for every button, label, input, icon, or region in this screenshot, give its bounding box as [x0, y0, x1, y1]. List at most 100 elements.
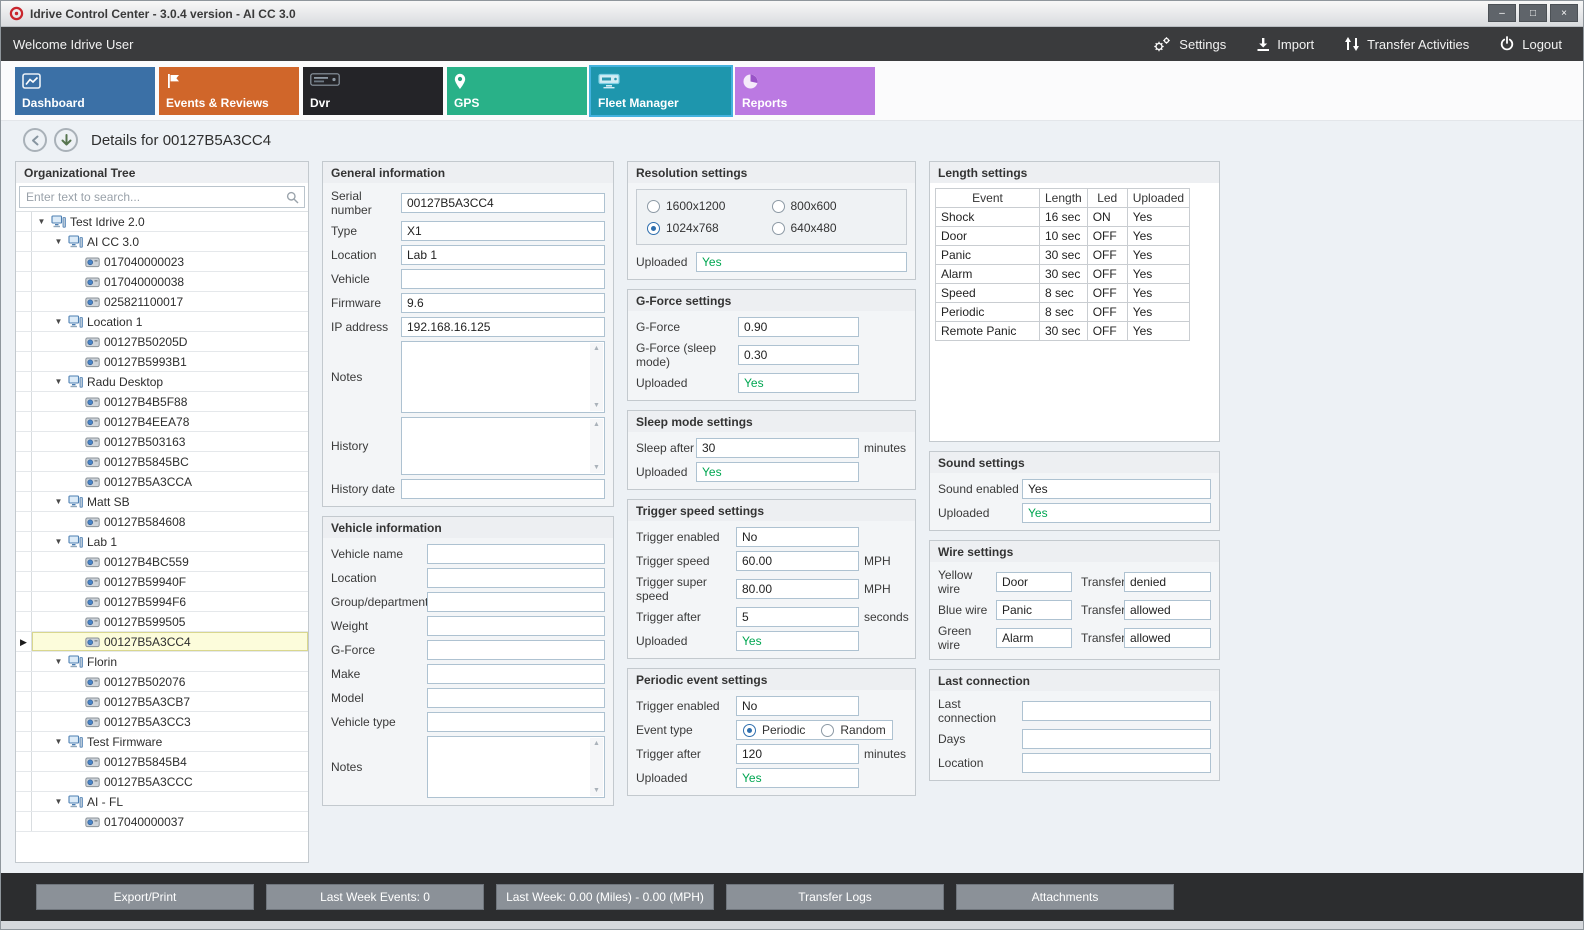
general-serial-number-input[interactable]: 00127B5A3CC4 — [401, 193, 605, 213]
expand-collapse-icon[interactable]: ▼ — [53, 657, 64, 666]
tree-item-00127b5a3cb7[interactable]: 00127B5A3CB7 — [16, 692, 308, 712]
minimize-button[interactable]: – — [1488, 4, 1516, 22]
tree-item-017040000023[interactable]: 017040000023 — [16, 252, 308, 272]
general-history-date-input[interactable] — [401, 479, 605, 499]
length-row-periodic[interactable]: Periodic8 secOFFYes — [936, 303, 1190, 322]
transfer-activities-button[interactable]: Transfer Activities — [1329, 27, 1484, 61]
expand-collapse-icon[interactable]: ▼ — [53, 317, 64, 326]
periodic-trigger-after-input[interactable]: 120 — [736, 744, 859, 764]
tree-item-lab-1[interactable]: ▼Lab 1 — [16, 532, 308, 552]
lastconn-location-input[interactable] — [1022, 753, 1211, 773]
tree-item-ai-cc-3-0[interactable]: ▼AI CC 3.0 — [16, 232, 308, 252]
tree-item-matt-sb[interactable]: ▼Matt SB — [16, 492, 308, 512]
tree-item-00127b5845bc[interactable]: 00127B5845BC — [16, 452, 308, 472]
expand-collapse-icon[interactable]: ▼ — [53, 237, 64, 246]
radio-1024x768[interactable]: 1024x768 — [647, 221, 772, 235]
tree-item-00127b4eea78[interactable]: 00127B4EEA78 — [16, 412, 308, 432]
tree-item-00127b5845b4[interactable]: 00127B5845B4 — [16, 752, 308, 772]
expand-collapse-icon[interactable]: ▼ — [53, 537, 64, 546]
length-row-panic[interactable]: Panic30 secOFFYes — [936, 246, 1190, 265]
tab-reports[interactable]: Reports — [735, 67, 875, 115]
search-input[interactable] — [19, 186, 305, 208]
veh-vehicle-type-input[interactable] — [427, 712, 605, 732]
tree-item-test-idrive-2-0[interactable]: ▼Test Idrive 2.0 — [16, 212, 308, 232]
tree-item-00127b5994f6[interactable]: 00127B5994F6 — [16, 592, 308, 612]
expand-collapse-icon[interactable]: ▼ — [53, 737, 64, 746]
transfer-logs-button[interactable]: Transfer Logs — [726, 884, 944, 910]
tree-item-00127b599505[interactable]: 00127B599505 — [16, 612, 308, 632]
general-firmware-input[interactable]: 9.6 — [401, 293, 605, 313]
lastconn-last-connection-input[interactable] — [1022, 701, 1211, 721]
tree-item-00127b4b5f88[interactable]: 00127B4B5F88 — [16, 392, 308, 412]
tree-item-017040000038[interactable]: 017040000038 — [16, 272, 308, 292]
scrollbar[interactable]: ▲▼ — [590, 419, 603, 473]
veh-vehicle-name-input[interactable] — [427, 544, 605, 564]
blue-wire-input[interactable]: Panic — [996, 600, 1072, 620]
general-type-input[interactable]: X1 — [401, 221, 605, 241]
general-notes-textarea[interactable]: ▲▼ — [401, 341, 605, 413]
tree-item-ai-fl[interactable]: ▼AI - FL — [16, 792, 308, 812]
tab-fleet-manager[interactable]: Fleet Manager — [591, 67, 731, 115]
trig-trigger-enabled-input[interactable]: No — [736, 527, 859, 547]
general-history-textarea[interactable]: ▲▼ — [401, 417, 605, 475]
tab-gps[interactable]: GPS — [447, 67, 587, 115]
trig-uploaded-input[interactable]: Yes — [736, 631, 859, 651]
close-button[interactable]: × — [1550, 4, 1578, 22]
tree-item-test-firmware[interactable]: ▼Test Firmware — [16, 732, 308, 752]
tree-item-017040000037[interactable]: 017040000037 — [16, 812, 308, 832]
tab-events-reviews[interactable]: Events & Reviews — [159, 67, 299, 115]
radio-800x600[interactable]: 800x600 — [772, 199, 897, 213]
veh-group-department-input[interactable] — [427, 592, 605, 612]
yellow-wire-input[interactable]: Door — [996, 572, 1072, 592]
blue-wire-transfer-input[interactable]: allowed — [1124, 600, 1211, 620]
expand-collapse-icon[interactable]: ▼ — [36, 217, 47, 226]
radio-640x480[interactable]: 640x480 — [772, 221, 897, 235]
trig-trigger-speed-input[interactable]: 60.00 — [736, 551, 859, 571]
trig-trigger-super-speed-input[interactable]: 80.00 — [736, 579, 859, 599]
expand-collapse-icon[interactable]: ▼ — [53, 797, 64, 806]
radio-random[interactable]: Random — [821, 723, 885, 737]
length-row-shock[interactable]: Shock16 secONYes — [936, 208, 1190, 227]
sound-sound-enabled-input[interactable]: Yes — [1022, 479, 1211, 499]
settings-button[interactable]: Settings — [1137, 27, 1241, 61]
tree-item-00127b4bc559[interactable]: 00127B4BC559 — [16, 552, 308, 572]
tree-item-radu-desktop[interactable]: ▼Radu Desktop — [16, 372, 308, 392]
veh-location-input[interactable] — [427, 568, 605, 588]
sound-uploaded-input[interactable]: Yes — [1022, 503, 1211, 523]
length-row-alarm[interactable]: Alarm30 secOFFYes — [936, 265, 1190, 284]
last-week-events-0-button[interactable]: Last Week Events: 0 — [266, 884, 484, 910]
tree-item-florin[interactable]: ▼Florin — [16, 652, 308, 672]
tree-item-00127b503163[interactable]: 00127B503163 — [16, 432, 308, 452]
export-print-button[interactable]: Export/Print — [36, 884, 254, 910]
general-vehicle-input[interactable] — [401, 269, 605, 289]
tree-item-00127b5a3cc4[interactable]: ▶00127B5A3CC4 — [16, 632, 308, 652]
periodic-trigger-enabled-input[interactable]: No — [736, 696, 859, 716]
tree-item-00127b5a3ccc[interactable]: 00127B5A3CCC — [16, 772, 308, 792]
attachments-button[interactable]: Attachments — [956, 884, 1174, 910]
veh-model-input[interactable] — [427, 688, 605, 708]
veh-notes-textarea[interactable]: ▲▼ — [427, 736, 605, 798]
veh-make-input[interactable] — [427, 664, 605, 684]
scrollbar[interactable]: ▲▼ — [590, 738, 603, 796]
maximize-button[interactable]: □ — [1519, 4, 1547, 22]
tree-item-00127b502076[interactable]: 00127B502076 — [16, 672, 308, 692]
last-week-0-00-miles-0-00-mph-button[interactable]: Last Week: 0.00 (Miles) - 0.00 (MPH) — [496, 884, 714, 910]
tree-item-00127b59940f[interactable]: 00127B59940F — [16, 572, 308, 592]
expand-collapse-icon[interactable]: ▼ — [53, 497, 64, 506]
general-location-input[interactable]: Lab 1 — [401, 245, 605, 265]
tree-item-00127b5993b1[interactable]: 00127B5993B1 — [16, 352, 308, 372]
tree-item-00127b50205d[interactable]: 00127B50205D — [16, 332, 308, 352]
tree-item-025821100017[interactable]: 025821100017 — [16, 292, 308, 312]
yellow-wire-transfer-input[interactable]: denied — [1124, 572, 1211, 592]
gforce-uploaded-input[interactable]: Yes — [738, 373, 859, 393]
tree-item-00127b584608[interactable]: 00127B584608 — [16, 512, 308, 532]
lastconn-days-input[interactable] — [1022, 729, 1211, 749]
resolution-uploaded-input[interactable]: Yes — [696, 252, 907, 272]
back-button[interactable] — [23, 128, 47, 152]
logout-button[interactable]: Logout — [1484, 27, 1577, 61]
length-row-door[interactable]: Door10 secOFFYes — [936, 227, 1190, 246]
gforce-g-force-input[interactable]: 0.90 — [738, 317, 859, 337]
sleep-sleep-after-input[interactable]: 30 — [696, 438, 859, 458]
green-wire-transfer-input[interactable]: allowed — [1124, 628, 1211, 648]
radio-1600x1200[interactable]: 1600x1200 — [647, 199, 772, 213]
